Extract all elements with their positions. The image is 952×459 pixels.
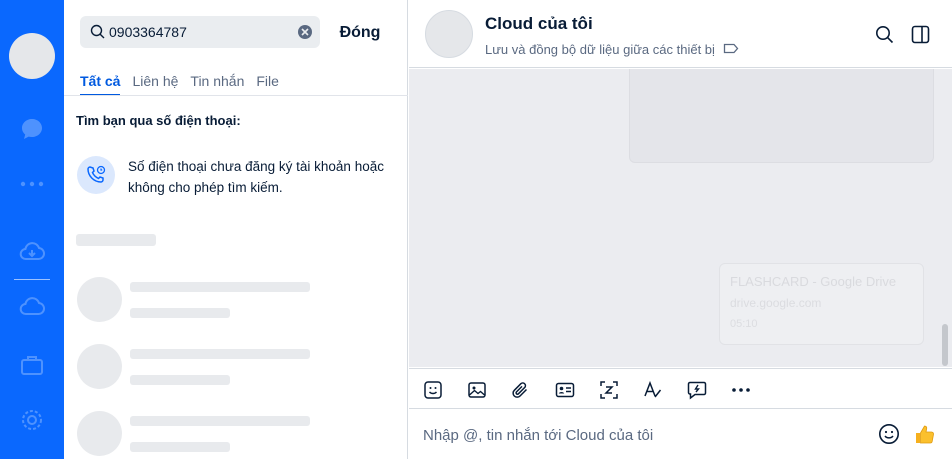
nav-rail [0,0,64,459]
chat-area: Cloud của tôi Lưu và đồng bộ dữ liệu giữ… [409,0,952,459]
skeleton-line [130,375,230,385]
attachment-icon[interactable] [509,378,533,402]
phone-clock-icon [77,156,115,194]
tab-files[interactable]: File [256,72,279,96]
settings-icon[interactable] [17,405,47,435]
tab-all[interactable]: Tất cả [80,72,121,96]
rail-divider [14,279,50,280]
chat-avatar[interactable] [425,10,473,58]
skeleton-line [130,282,310,292]
tab-contacts[interactable]: Liên hệ [132,72,178,96]
skeleton-avatar [77,344,122,389]
search-box [80,16,320,48]
skeleton-line [130,442,230,452]
search-icon[interactable] [872,22,896,46]
quick-message-icon[interactable] [685,378,709,402]
contact-card-icon[interactable] [553,378,577,402]
tag-icon[interactable] [723,42,739,57]
search-tabs: Tất cả Liên hệ Tin nhắn File [80,72,291,96]
message-input[interactable] [423,423,863,447]
composer-toolbar [409,368,952,409]
sidebar-toggle-icon[interactable] [908,22,932,46]
tab-messages[interactable]: Tin nhắn [190,72,244,96]
chat-header: Cloud của tôi Lưu và đồng bộ dữ liệu giữ… [409,0,952,68]
scrollbar[interactable] [942,324,948,366]
thumbs-up-icon[interactable] [911,421,937,447]
message-time: 05:10 [730,318,758,330]
link-title: FLASHCARD - Google Drive [730,274,897,289]
screenshot-icon[interactable] [597,378,621,402]
user-avatar[interactable] [9,33,55,79]
cloud-icon[interactable] [17,292,47,322]
link-domain: drive.google.com [730,296,822,310]
skeleton-avatar [77,411,122,456]
clear-search-icon[interactable] [298,25,312,39]
phone-search-title: Tìm bạn qua số điện thoại: [76,113,241,128]
skeleton-line [130,308,230,318]
briefcase-icon[interactable] [17,350,47,380]
text-format-icon[interactable] [641,378,665,402]
cloud-sync-icon[interactable] [17,237,47,267]
search-input[interactable] [109,16,289,48]
chat-subtitle-text: Lưu và đồng bộ dữ liệu giữa các thiết bị [485,42,715,57]
emoji-icon[interactable] [876,421,902,447]
chat-icon[interactable] [17,114,47,144]
message-composer [409,409,952,459]
skeleton-heading [76,234,156,246]
message-list[interactable]: FLASHCARD - Google Drive drive.google.co… [409,69,952,367]
app-window: Đóng Tất cả Liên hệ Tin nhắn File Tìm bạ… [0,0,952,459]
phone-not-found-notice: Số điện thoại chưa đăng ký tài khoản hoặ… [128,159,384,195]
tabs-divider [64,95,408,96]
search-panel: Đóng Tất cả Liên hệ Tin nhắn File Tìm bạ… [64,0,408,459]
skeleton-line [130,416,310,426]
more-icon[interactable] [17,169,47,199]
sticker-icon[interactable] [421,378,445,402]
skeleton-line [130,349,310,359]
chat-subtitle: Lưu và đồng bộ dữ liệu giữa các thiết bị [485,42,739,57]
image-message[interactable] [629,69,934,163]
close-search-button[interactable]: Đóng [330,20,390,46]
chat-title: Cloud của tôi [485,14,593,33]
image-icon[interactable] [465,378,489,402]
search-icon [90,24,105,44]
link-preview-card[interactable]: FLASHCARD - Google Drive drive.google.co… [719,263,924,345]
more-icon[interactable] [729,378,753,402]
skeleton-avatar [77,277,122,322]
